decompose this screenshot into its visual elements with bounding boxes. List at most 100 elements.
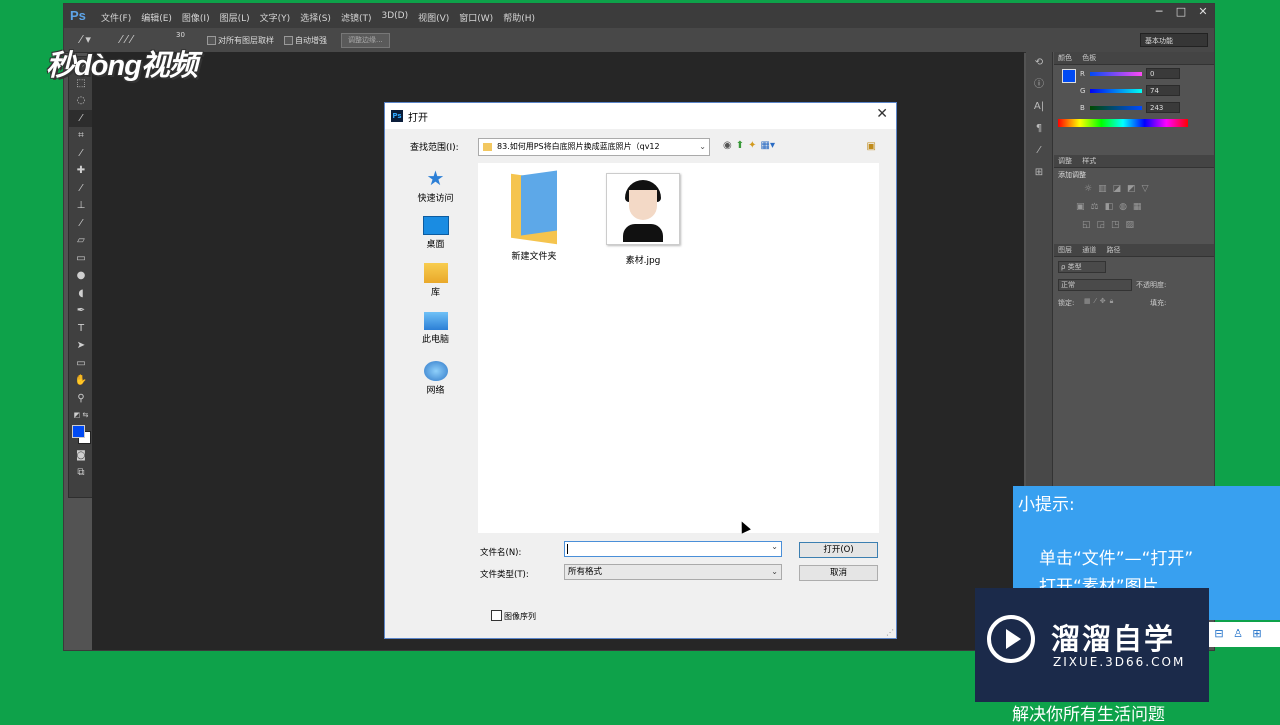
menu-filter[interactable]: 滤镜(T) <box>336 11 377 24</box>
path-select-tool-icon[interactable]: ➤ <box>69 337 93 355</box>
cancel-button[interactable]: 取消 <box>799 565 878 581</box>
gradient-tool-icon[interactable]: ▭ <box>69 250 93 268</box>
menu-image[interactable]: 图像(I) <box>177 11 215 24</box>
chevron-down-icon[interactable]: ⌄ <box>771 565 778 579</box>
auto-enhance-checkbox[interactable] <box>284 36 293 45</box>
view-menu-icon[interactable]: ▦▾ <box>761 140 775 151</box>
menu-view[interactable]: 视图(V) <box>413 11 454 24</box>
foreground-color-swatch[interactable] <box>72 424 85 438</box>
computer-icon <box>423 312 448 330</box>
pen-tool-icon[interactable]: ✒ <box>69 302 93 320</box>
menu-3d[interactable]: 3D(D) <box>376 11 413 24</box>
character-panel-icon[interactable]: A| <box>1026 96 1052 118</box>
history-panel-icon[interactable]: ⟲ <box>1026 52 1052 74</box>
eraser-tool-icon[interactable]: ▱ <box>69 232 93 250</box>
menu-select[interactable]: 选择(S) <box>295 11 336 24</box>
tab-channels[interactable]: 通道 <box>1082 246 1096 254</box>
healing-tool-icon[interactable]: ✚ <box>69 162 93 180</box>
history-brush-icon[interactable]: ⁄ <box>69 215 93 233</box>
place-desktop[interactable]: 桌面 <box>398 216 473 250</box>
blend-mode-select[interactable]: 正常 <box>1058 279 1132 291</box>
resize-grip-icon[interactable]: ⋰ <box>886 628 894 637</box>
color-panel-tabs: 颜色 色板 <box>1054 52 1214 65</box>
minimize-button[interactable]: ─ <box>1148 4 1170 22</box>
quick-mask-icon[interactable]: ◙ <box>69 447 93 465</box>
adjustment-icons-row2[interactable]: ▣⚖◧◍▦ <box>1076 202 1147 212</box>
refine-edge-button[interactable]: 调整边缘... <box>341 33 390 48</box>
zoom-tool-icon[interactable]: ⚲ <box>69 390 93 408</box>
dialog-title: 打开 <box>408 113 428 124</box>
menu-type[interactable]: 文字(Y) <box>255 11 296 24</box>
color-swatches[interactable] <box>69 424 93 447</box>
menu-window[interactable]: 窗口(W) <box>454 11 498 24</box>
brush-panel-icon[interactable]: ⁄ <box>1026 140 1052 162</box>
chevron-down-icon[interactable]: ⌄ <box>771 542 778 551</box>
b-value[interactable]: 243 <box>1146 102 1180 113</box>
info-panel-icon[interactable]: ⓘ <box>1026 74 1052 96</box>
user-icon[interactable]: ♙ <box>1231 627 1245 641</box>
sample-all-layers-checkbox[interactable] <box>207 36 216 45</box>
image-sequence-checkbox[interactable] <box>491 610 502 621</box>
hand-tool-icon[interactable]: ✋ <box>69 372 93 390</box>
filename-input[interactable]: ⌄ <box>564 541 782 557</box>
brush-tool-icon[interactable]: ⁄ <box>69 180 93 198</box>
tab-adjustments[interactable]: 调整 <box>1058 157 1072 165</box>
r-slider[interactable] <box>1090 72 1142 76</box>
open-button[interactable]: 打开(O) <box>799 542 878 558</box>
menu-help[interactable]: 帮助(H) <box>498 11 540 24</box>
image-sequence-label: 图像序列 <box>504 612 536 621</box>
file-item-image[interactable]: 素材.jpg <box>605 173 681 266</box>
tool-presets-icon[interactable]: ⊞ <box>1026 162 1052 184</box>
tab-swatches[interactable]: 色板 <box>1082 54 1096 62</box>
shape-tool-icon[interactable]: ▭ <box>69 355 93 373</box>
b-slider[interactable] <box>1090 106 1142 110</box>
grid-icon[interactable]: ⊞ <box>1250 627 1264 641</box>
r-value[interactable]: 0 <box>1146 68 1180 79</box>
maximize-button[interactable]: □ <box>1170 4 1192 22</box>
screen-mode-icon[interactable]: ⧉ <box>69 464 93 482</box>
new-folder-icon[interactable]: ✦ <box>748 140 756 151</box>
brush-size[interactable]: 30 <box>176 31 185 39</box>
tab-paths[interactable]: 路径 <box>1106 246 1120 254</box>
up-folder-icon[interactable]: ⬆ <box>736 140 744 151</box>
tab-styles[interactable]: 样式 <box>1082 157 1096 165</box>
image-sequence-option[interactable]: 图像序列 <box>491 610 536 622</box>
adjustment-icons-row1[interactable]: ☼▥◪◩▽ <box>1084 184 1155 194</box>
chevron-down-icon[interactable]: ⌄ <box>699 139 706 155</box>
place-network[interactable]: 网络 <box>398 361 473 396</box>
crop-tool-icon[interactable]: ⌗ <box>69 127 93 145</box>
dialog-close-icon[interactable]: ✕ <box>876 106 888 122</box>
menu-layer[interactable]: 图层(L) <box>215 11 255 24</box>
eyedropper-tool-icon[interactable]: ⁄ <box>69 145 93 163</box>
tab-layers[interactable]: 图层 <box>1058 246 1072 254</box>
stamp-tool-icon[interactable]: ⊥ <box>69 197 93 215</box>
file-item-folder[interactable]: 新建文件夹 <box>498 170 570 262</box>
quick-select-tool-icon[interactable]: ⁄ <box>69 109 93 127</box>
blur-tool-icon[interactable]: ● <box>69 267 93 285</box>
look-in-select[interactable]: 83.如何用PS将白底照片换成蓝底照片（qv12 ⌄ <box>478 138 710 156</box>
toolbox-icon[interactable]: ⊟ <box>1212 627 1226 641</box>
close-button[interactable]: ✕ <box>1192 4 1214 22</box>
adjustment-icons-row3[interactable]: ◱◲◳▨ <box>1082 220 1140 230</box>
place-this-pc[interactable]: 此电脑 <box>398 312 473 345</box>
place-quick-access[interactable]: ★ 快速访问 <box>398 167 473 204</box>
color-spectrum[interactable] <box>1058 119 1188 127</box>
place-library[interactable]: 库 <box>398 263 473 298</box>
layer-kind-filter[interactable]: ρ 类型 <box>1058 261 1106 273</box>
dodge-tool-icon[interactable]: ◖ <box>69 285 93 303</box>
type-tool-icon[interactable]: T <box>69 320 93 338</box>
filetype-select[interactable]: 所有格式 ⌄ <box>564 564 782 580</box>
default-colors-icon[interactable]: ◩ ⇆ <box>69 407 93 425</box>
paragraph-panel-icon[interactable]: ¶ <box>1026 118 1052 140</box>
create-folder-icon[interactable]: ▣ <box>867 141 876 152</box>
g-slider[interactable] <box>1090 89 1142 93</box>
back-icon[interactable]: ◉ <box>723 140 732 151</box>
add-adjustment-title: 添加调整 <box>1058 171 1086 179</box>
workspace-select[interactable]: 基本功能 <box>1140 33 1208 47</box>
menu-edit[interactable]: 编辑(E) <box>136 11 177 24</box>
tab-color[interactable]: 颜色 <box>1058 54 1072 62</box>
lock-icons[interactable]: ▦⁄✥🔒︎ <box>1084 297 1117 306</box>
menu-file[interactable]: 文件(F) <box>96 11 136 24</box>
lasso-tool-icon[interactable]: ◌ <box>69 92 93 110</box>
g-value[interactable]: 74 <box>1146 85 1180 96</box>
